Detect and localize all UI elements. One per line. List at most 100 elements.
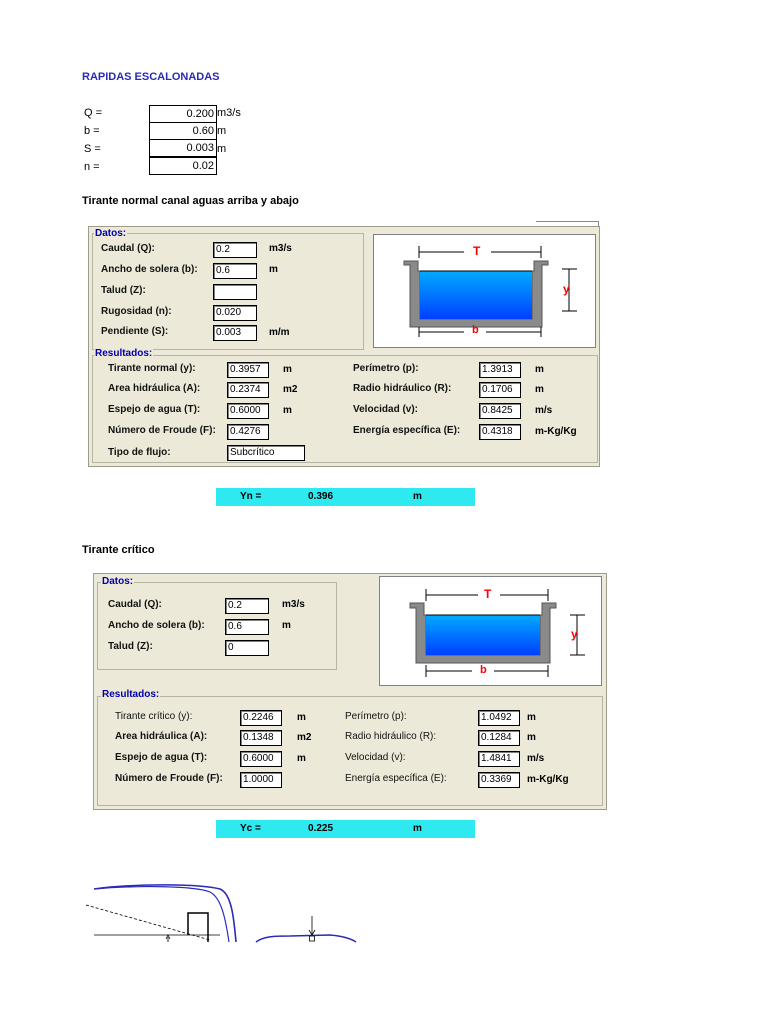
- diagram-label-b: b: [472, 324, 479, 336]
- caudal-input[interactable]: 0.2: [213, 242, 257, 258]
- radio-value-2: 0.1284: [478, 730, 520, 746]
- param-value-q[interactable]: 0.200: [149, 105, 217, 123]
- radio-unit: m: [535, 384, 544, 395]
- channel-section-svg: [403, 246, 577, 337]
- ancho-label-2: Ancho de solera (b):: [108, 620, 205, 631]
- tirante-normal-unit: m: [283, 364, 292, 375]
- tirante-critico-label: Tirante crítico (y):: [115, 711, 193, 722]
- channel-diagram-2: T y b: [379, 576, 602, 686]
- radio-unit-2: m: [527, 732, 536, 743]
- froude-value-2: 1.0000: [240, 772, 282, 788]
- param-value-s[interactable]: 0.003: [149, 139, 217, 157]
- radio-label-2: Radio hidráulico (R):: [345, 731, 437, 742]
- tirante-normal-label: Tirante normal (y):: [108, 363, 196, 374]
- area-value-2: 0.1348: [240, 730, 282, 746]
- param-label-q: Q =: [84, 107, 103, 119]
- yn-unit: m: [413, 491, 422, 502]
- pendiente-input[interactable]: 0.003: [213, 325, 257, 341]
- area-unit-2: m2: [297, 732, 312, 743]
- param-label-n: n =: [84, 161, 100, 173]
- diagram2-label-b: b: [480, 664, 487, 676]
- espejo-unit-2: m: [297, 753, 306, 764]
- perimetro-label: Perímetro (p):: [353, 363, 419, 374]
- param-value-b[interactable]: 0.60: [149, 122, 217, 140]
- velocidad-value: 0.8425: [479, 403, 521, 419]
- energia-unit-2: m-Kg/Kg: [527, 774, 569, 785]
- tipo-flujo-value: Subcrítico: [227, 445, 305, 461]
- talud-input[interactable]: [213, 284, 257, 300]
- resultados-legend: Resultados:: [94, 348, 154, 359]
- ancho-unit: m: [269, 264, 278, 275]
- velocidad-value-2: 1.4841: [478, 751, 520, 767]
- caudal-unit-2: m3/s: [282, 599, 305, 610]
- tirante-critico-unit: m: [297, 712, 306, 723]
- radio-label: Radio hidráulico (R):: [353, 383, 452, 394]
- pendiente-unit: m/m: [269, 327, 290, 338]
- velocidad-unit: m/s: [535, 405, 553, 416]
- energia-unit: m-Kg/Kg: [535, 426, 577, 437]
- tirante-critico-value: 0.2246: [240, 710, 282, 726]
- param-label-b: b =: [84, 125, 100, 137]
- diagram2-label-y: y: [571, 627, 578, 641]
- velocidad-label-2: Velocidad (v):: [345, 752, 406, 763]
- caudal-label-2: Caudal (Q):: [108, 599, 162, 610]
- yc-unit: m: [413, 823, 422, 834]
- espejo-value-2: 0.6000: [240, 751, 282, 767]
- espejo-value: 0.6000: [227, 403, 269, 419]
- perimetro-unit-2: m: [527, 712, 536, 723]
- yc-value: 0.225: [308, 823, 334, 834]
- area-label-2: Area hidráulica (A):: [115, 731, 208, 742]
- diagram-label-t: T: [473, 244, 481, 258]
- velocidad-unit-2: m/s: [527, 753, 545, 764]
- yc-label: Yc =: [240, 823, 261, 834]
- espejo-unit: m: [283, 405, 292, 416]
- froude-label: Número de Froude (F):: [108, 425, 216, 436]
- talud-input-2[interactable]: 0: [225, 640, 269, 656]
- stepped-spillway-sketch: [85, 884, 357, 943]
- energia-value: 0.4318: [479, 424, 521, 440]
- panel-tab-edge: [536, 221, 599, 227]
- normal-depth-panel: Datos: Caudal (Q): 0.2 m3/s Ancho de sol…: [88, 221, 600, 467]
- param-unit-s: m: [217, 143, 227, 155]
- espejo-label: Espejo de agua (T):: [108, 404, 201, 415]
- param-unit-q: m3/s: [217, 107, 241, 119]
- caudal-label: Caudal (Q):: [101, 243, 155, 254]
- talud-label-2: Talud (Z):: [108, 641, 153, 652]
- ancho-unit-2: m: [282, 620, 291, 631]
- resultados-legend-2: Resultados:: [101, 689, 161, 700]
- energia-label: Energía específica (E):: [353, 425, 461, 436]
- ancho-input-2[interactable]: 0.6: [225, 619, 269, 635]
- param-label-s: S =: [84, 143, 101, 155]
- caudal-unit: m3/s: [269, 243, 292, 254]
- tirante-normal-value: 0.3957: [227, 362, 269, 378]
- page-title: RAPIDAS ESCALONADAS: [82, 71, 220, 83]
- param-value-n[interactable]: 0.02: [149, 157, 217, 175]
- froude-value: 0.4276: [227, 424, 269, 440]
- rugosidad-input[interactable]: 0.020: [213, 305, 257, 321]
- param-unit-b: m: [217, 125, 227, 137]
- rugosidad-label: Rugosidad (n):: [101, 306, 172, 317]
- radio-value: 0.1706: [479, 382, 521, 398]
- channel-diagram: T y b: [373, 234, 596, 348]
- yc-result-bar: Yc = 0.225 m: [216, 820, 475, 838]
- velocidad-label: Velocidad (v):: [353, 404, 419, 415]
- froude-label-2: Número de Froude (F):: [115, 773, 223, 784]
- yn-value: 0.396: [308, 491, 334, 502]
- section-normal-title: Tirante normal canal aguas arriba y abaj…: [82, 195, 299, 207]
- perimetro-label-2: Perímetro (p):: [345, 711, 407, 722]
- area-value: 0.2374: [227, 382, 269, 398]
- pendiente-label: Pendiente (S):: [101, 326, 169, 337]
- caudal-input-2[interactable]: 0.2: [225, 598, 269, 614]
- perimetro-unit: m: [535, 364, 544, 375]
- datos-legend-2: Datos:: [101, 576, 135, 587]
- area-label: Area hidráulica (A):: [108, 383, 201, 394]
- critical-depth-panel: Datos: Caudal (Q): 0.2 m3/s Ancho de sol…: [93, 573, 607, 810]
- espejo-label-2: Espejo de agua (T):: [115, 752, 208, 763]
- tipo-flujo-label: Tipo de flujo:: [108, 447, 171, 458]
- perimetro-value-2: 1.0492: [478, 710, 520, 726]
- ancho-label: Ancho de solera (b):: [101, 264, 198, 275]
- area-unit: m2: [283, 384, 298, 395]
- ancho-input[interactable]: 0.6: [213, 263, 257, 279]
- talud-label: Talud (Z):: [101, 285, 146, 296]
- diagram2-label-t: T: [484, 587, 492, 601]
